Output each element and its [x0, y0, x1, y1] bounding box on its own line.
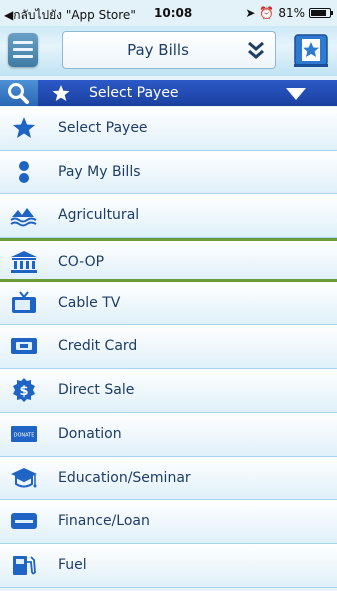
agriculture-icon — [10, 208, 37, 227]
page-title: Pay Bills — [127, 41, 189, 59]
svg-text:DONATE: DONATE — [14, 432, 35, 438]
star-icon — [52, 85, 70, 101]
location-icon: ➤ — [245, 6, 256, 20]
status-right: ➤ ⏰ 81% — [245, 6, 333, 20]
status-bar: ◀กลับไปยัง "App Store" 10:08 ➤ ⏰ 81% — [0, 0, 337, 26]
list-item-cable-tv[interactable]: Cable TV — [0, 281, 337, 326]
bills-icon — [19, 160, 29, 183]
payee-list: Select Payee Pay My Bills Agricultural C… — [0, 107, 337, 588]
graduation-icon — [11, 467, 37, 487]
battery-percent: 81% — [278, 6, 305, 20]
list-item-label: Direct Sale — [58, 382, 135, 399]
list-item-pay-my-bills[interactable]: Pay My Bills — [0, 150, 337, 195]
search-icon[interactable] — [0, 80, 38, 106]
alarm-icon: ⏰ — [259, 6, 275, 20]
select-payee-value: Select Payee — [89, 85, 179, 101]
list-item-agricultural[interactable]: Agricultural — [0, 194, 337, 239]
battery-icon — [309, 8, 333, 18]
list-item-label: Credit Card — [58, 338, 138, 355]
list-item-label: Fuel — [58, 556, 87, 573]
donate-icon: DONATE — [11, 425, 37, 442]
star-bookmark-icon[interactable] — [292, 31, 330, 69]
list-item-co-op[interactable]: CO-OP — [0, 238, 337, 282]
list-item-label: Cable TV — [58, 294, 121, 311]
list-item-label: CO-OP — [58, 254, 105, 271]
list-item-education-seminar[interactable]: Education/Seminar — [0, 456, 337, 501]
double-chevron-down-icon — [248, 41, 264, 59]
list-item-fuel[interactable]: Fuel — [0, 543, 337, 588]
select-payee-bar[interactable]: Select Payee — [0, 80, 337, 106]
card-icon — [11, 513, 37, 530]
fuel-icon — [13, 555, 36, 575]
dollar-icon: $ — [13, 378, 35, 403]
star-icon — [13, 117, 35, 138]
list-item-label: Agricultural — [58, 207, 140, 224]
list-item-label: Select Payee — [58, 120, 148, 136]
list-item-direct-sale[interactable]: $ Direct Sale — [0, 369, 337, 413]
svg-text:$: $ — [19, 384, 28, 399]
page-title-dropdown[interactable]: Pay Bills — [62, 31, 276, 69]
list-item-finance-loan[interactable]: Finance/Loan — [0, 500, 337, 544]
list-item-label: Finance/Loan — [58, 513, 150, 530]
list-item-label: Education/Seminar — [58, 469, 191, 486]
list-item-label: Donation — [58, 425, 122, 442]
caret-down-icon[interactable] — [286, 88, 306, 100]
tv-icon — [12, 291, 36, 313]
list-item-select-payee[interactable]: Select Payee — [0, 107, 337, 151]
credit-card-icon — [11, 338, 37, 355]
list-item-credit-card[interactable]: Credit Card — [0, 325, 337, 370]
bank-icon — [11, 251, 37, 274]
list-item-donation[interactable]: DONATE Donation — [0, 412, 337, 457]
status-time: 10:08 — [154, 6, 193, 20]
back-to-app-store-link[interactable]: ◀กลับไปยัง "App Store" — [4, 6, 136, 25]
list-item-label: Pay My Bills — [58, 163, 141, 180]
app-header: Pay Bills — [0, 26, 337, 76]
hamburger-icon[interactable] — [8, 33, 38, 67]
